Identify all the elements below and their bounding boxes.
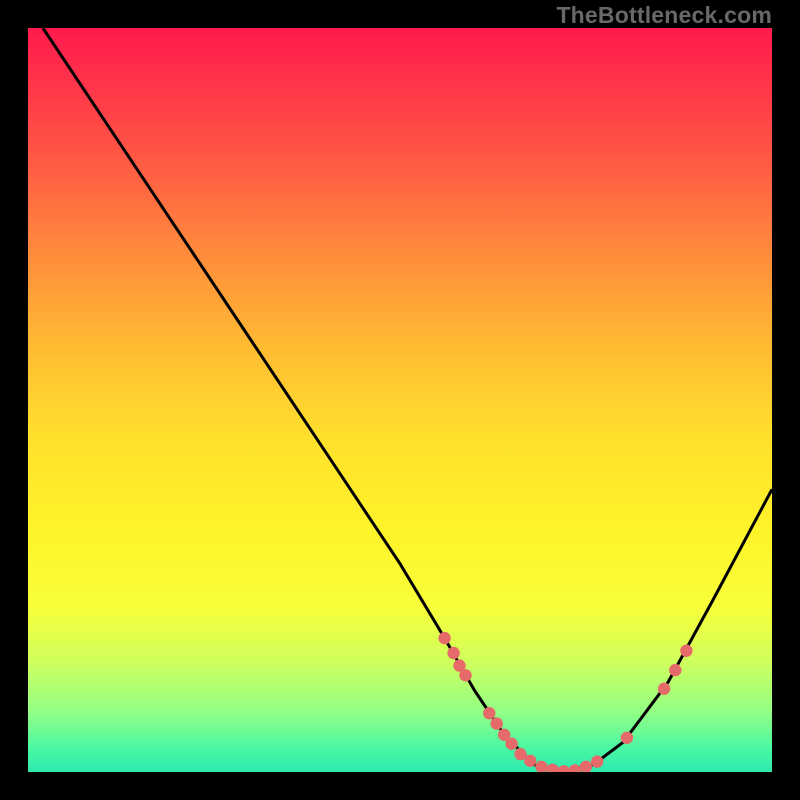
data-marker xyxy=(621,732,633,744)
data-marker xyxy=(658,683,670,695)
data-marker xyxy=(483,707,495,719)
data-marker xyxy=(505,738,517,750)
data-marker xyxy=(524,755,536,767)
curve-line xyxy=(43,28,772,772)
data-marker xyxy=(491,717,503,729)
bottleneck-chart xyxy=(28,28,772,772)
data-marker xyxy=(569,764,581,772)
data-marker xyxy=(459,669,471,681)
data-marker xyxy=(447,647,459,659)
data-marker xyxy=(580,761,592,772)
data-marker xyxy=(680,645,692,657)
data-marker xyxy=(669,664,681,676)
data-marker xyxy=(438,632,450,644)
data-marker xyxy=(591,755,603,767)
data-marker xyxy=(535,761,547,772)
data-marker xyxy=(558,765,570,772)
data-marker xyxy=(546,764,558,772)
watermark: TheBottleneck.com xyxy=(556,2,772,29)
